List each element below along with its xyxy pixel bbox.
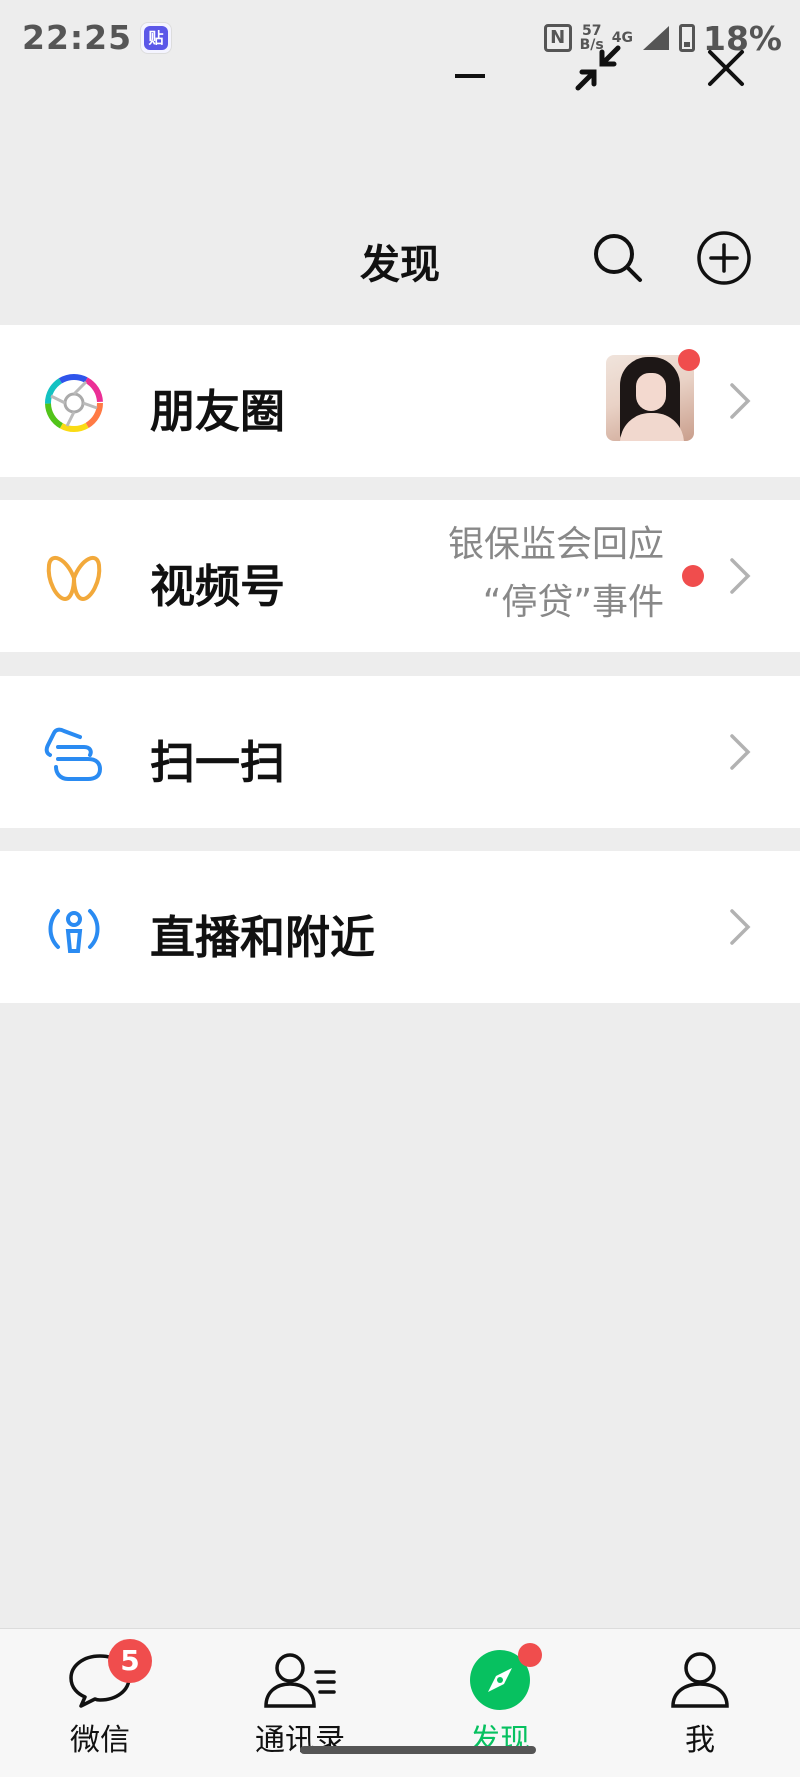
live-nearby-icon xyxy=(44,899,104,959)
menu-label-scan: 扫一扫 xyxy=(150,736,286,789)
menu-item-live-nearby[interactable]: 直播和附近 xyxy=(0,851,800,1003)
channels-unread-dot xyxy=(682,565,704,587)
tab-label-chats: 微信 xyxy=(70,1723,130,1758)
menu-label-channels: 视频号 xyxy=(150,560,286,613)
tab-me[interactable]: 我 xyxy=(640,1647,760,1767)
notification-app-icon-label: 贴 xyxy=(144,26,168,50)
chevron-right-icon xyxy=(720,732,760,772)
chevron-right-icon xyxy=(720,381,760,421)
channels-preview: 银保监会回应 “停贷”事件 xyxy=(448,516,664,632)
compass-icon xyxy=(440,1643,560,1713)
discover-unread-dot xyxy=(518,1643,542,1667)
channels-preview-line1: 银保监会回应 xyxy=(447,524,664,565)
unread-badge: 5 xyxy=(108,1639,152,1683)
tab-label-me: 我 xyxy=(685,1723,715,1758)
plus-circle-icon[interactable] xyxy=(696,230,752,286)
menu-item-scan[interactable]: 扫一扫 xyxy=(0,676,800,828)
signal-icon xyxy=(643,26,669,50)
bottom-tab-bar: 5 微信 通讯录 发现 我 xyxy=(0,1628,800,1777)
home-indicator[interactable] xyxy=(300,1746,536,1754)
contacts-icon xyxy=(240,1647,360,1713)
status-bar: 22:25 贴 N 57 B/s 4G 18% xyxy=(0,0,800,78)
person-icon xyxy=(640,1647,760,1713)
search-icon[interactable] xyxy=(590,230,646,286)
shrink-icon[interactable] xyxy=(568,38,628,98)
moments-aperture-icon xyxy=(44,373,104,433)
chat-bubble-icon: 5 xyxy=(40,1639,160,1713)
chevron-right-icon xyxy=(720,907,760,947)
battery-icon xyxy=(679,24,695,52)
channels-preview-line2: “停贷”事件 xyxy=(482,582,664,623)
channels-butterfly-icon xyxy=(44,548,104,608)
menu-label-live-nearby: 直播和附近 xyxy=(150,911,376,964)
scan-icon xyxy=(44,724,104,784)
notification-app-icon: 贴 xyxy=(140,22,172,54)
tab-chats[interactable]: 5 微信 xyxy=(40,1639,160,1767)
status-time: 22:25 xyxy=(22,18,133,57)
network-speed-value: 57 xyxy=(581,23,602,39)
moments-unread-dot xyxy=(678,349,700,371)
menu-item-moments[interactable]: 朋友圈 xyxy=(0,325,800,477)
minimize-icon[interactable] xyxy=(442,38,498,98)
menu-item-channels[interactable]: 视频号 银保监会回应 “停贷”事件 xyxy=(0,500,800,652)
menu-label-moments: 朋友圈 xyxy=(150,385,286,438)
page-title: 发现 xyxy=(360,242,440,288)
close-icon[interactable] xyxy=(696,38,756,98)
chevron-right-icon xyxy=(720,556,760,596)
